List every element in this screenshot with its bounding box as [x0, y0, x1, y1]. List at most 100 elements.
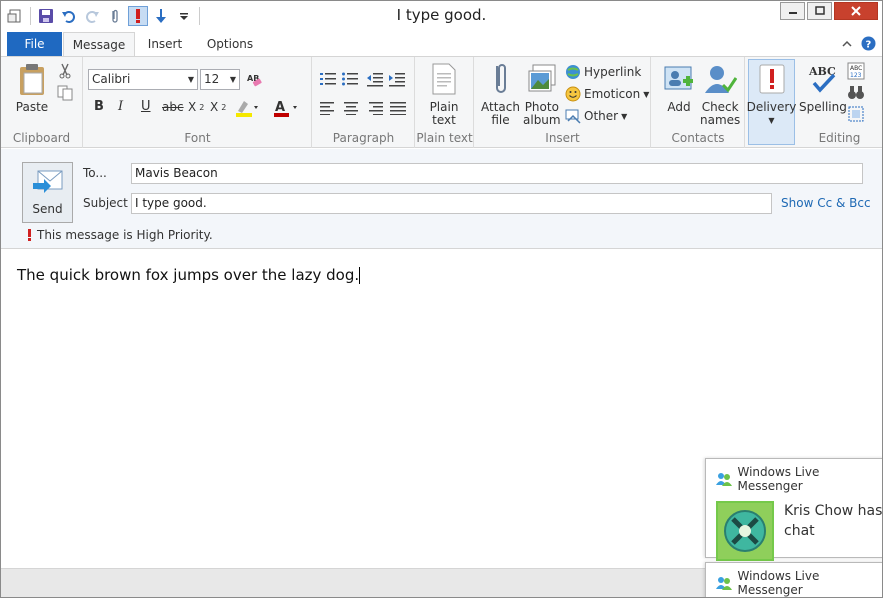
- font-size-select[interactable]: 12 ▼: [200, 69, 240, 90]
- high-priority-icon: [755, 61, 789, 97]
- font-group-label: Font: [184, 131, 211, 145]
- numbered-list-icon[interactable]: [320, 71, 336, 87]
- chevron-down-icon: ▼: [643, 89, 650, 99]
- strikethrough-icon[interactable]: abc: [162, 100, 184, 114]
- delivery-button[interactable]: Delivery ▼: [747, 61, 796, 127]
- align-left-icon[interactable]: [320, 101, 336, 115]
- svg-text:ABC: ABC: [850, 65, 862, 72]
- chevron-down-icon: ▼: [187, 75, 194, 84]
- clear-formatting-icon[interactable]: AB: [246, 71, 262, 87]
- notification-app-name: Windows Live Messenger: [737, 465, 820, 493]
- plain-text-button[interactable]: Plain text: [427, 61, 461, 127]
- subject-field[interactable]: I type good.: [131, 193, 772, 214]
- plain-text-label-2: text: [432, 113, 456, 127]
- message-body-text: The quick brown fox jumps over the lazy …: [17, 266, 361, 284]
- tab-message[interactable]: Message: [63, 32, 135, 56]
- priority-notice: This message is High Priority.: [27, 228, 213, 242]
- spelling-button[interactable]: ABC Spelling: [799, 61, 847, 114]
- insert-group-label: Insert: [545, 131, 580, 145]
- other-label: Other: [584, 109, 619, 123]
- help-icon[interactable]: ?: [861, 36, 876, 54]
- paragraph-group-label: Paragraph: [332, 131, 395, 145]
- hyperlink-label: Hyperlink: [584, 65, 642, 79]
- check-names-button[interactable]: Check names: [700, 61, 740, 127]
- check-names-label-2: names: [700, 113, 741, 127]
- collapse-ribbon-icon[interactable]: [841, 38, 853, 53]
- contacts-group: Add Check names Contacts: [652, 57, 745, 148]
- title-bar: I type good.: [1, 1, 882, 32]
- tab-bar-right: ?: [841, 36, 876, 54]
- find-binoculars-icon[interactable]: [847, 84, 865, 100]
- messenger-notification-2[interactable]: Windows Live Messenger: [705, 562, 882, 597]
- photo-album-label-2: album: [523, 113, 561, 127]
- ribbon: Paste Clipboard Calibri ▼ 12 ▼ AB B I U …: [1, 56, 882, 148]
- superscript-icon[interactable]: X2: [210, 100, 226, 114]
- paste-icon: [15, 61, 49, 97]
- emoticon-button[interactable]: Emoticon ▼: [565, 86, 649, 102]
- hyperlink-button[interactable]: Hyperlink: [565, 64, 641, 80]
- document-icon: [427, 61, 461, 97]
- send-button[interactable]: Send: [22, 162, 73, 223]
- subject-label: Subject: [83, 196, 128, 210]
- contact-avatar-icon: [724, 510, 766, 552]
- high-priority-icon: [28, 229, 31, 241]
- send-label: Send: [32, 202, 63, 216]
- clipboard-group: Paste Clipboard: [1, 57, 83, 148]
- notification-line-1: Kris Chow has j: [784, 503, 883, 519]
- show-cc-bcc-link[interactable]: Show Cc & Bcc: [781, 196, 871, 210]
- tab-insert[interactable]: Insert: [141, 32, 189, 56]
- highlight-icon[interactable]: [235, 99, 259, 117]
- bold-icon[interactable]: B: [94, 99, 104, 114]
- restore-icon[interactable]: [807, 2, 832, 20]
- cut-icon[interactable]: [57, 63, 73, 79]
- copy-icon[interactable]: [57, 85, 73, 101]
- to-field[interactable]: Mavis Beacon: [131, 163, 863, 184]
- chevron-down-icon: ▼: [768, 116, 775, 125]
- select-all-icon[interactable]: [848, 106, 864, 122]
- window-title: I type good.: [396, 6, 487, 24]
- decrease-indent-icon[interactable]: [367, 71, 383, 87]
- window-controls: [780, 2, 878, 20]
- font-size-value: 12: [204, 72, 220, 86]
- messenger-buddy-icon: [716, 473, 732, 486]
- tab-file[interactable]: File: [7, 32, 62, 56]
- photo-album-icon: [525, 61, 559, 97]
- check-names-icon: [703, 61, 738, 97]
- justify-icon[interactable]: [390, 101, 406, 115]
- font-family-select[interactable]: Calibri ▼: [88, 69, 198, 90]
- photo-album-button[interactable]: Photo album: [523, 61, 561, 127]
- font-color-icon[interactable]: A: [273, 99, 299, 117]
- word-count-icon[interactable]: ABC 123: [847, 62, 865, 80]
- align-center-icon[interactable]: [343, 101, 359, 115]
- align-right-icon[interactable]: [367, 101, 383, 115]
- messenger-notification[interactable]: Windows Live Messenger Kris Chow has j c…: [705, 458, 883, 561]
- spelling-label: Spelling: [799, 100, 847, 114]
- subscript-icon[interactable]: X2: [188, 100, 204, 114]
- avatar: [716, 501, 774, 561]
- to-button[interactable]: To...: [83, 166, 107, 180]
- message-body-content: The quick brown fox jumps over the lazy …: [17, 266, 360, 284]
- notification-app-name-2: Windows Live Messenger: [737, 569, 820, 597]
- tab-options[interactable]: Options: [201, 32, 259, 56]
- paperclip-icon: [483, 61, 517, 97]
- minimize-icon[interactable]: [780, 2, 805, 20]
- close-icon[interactable]: [834, 2, 878, 20]
- other-button[interactable]: Other ▼: [565, 108, 627, 124]
- notification-message: Kris Chow has j chat: [784, 501, 883, 561]
- add-contact-button[interactable]: Add: [662, 61, 696, 114]
- bulleted-list-icon[interactable]: [342, 71, 358, 87]
- font-group: Calibri ▼ 12 ▼ AB B I U abc X2 X2 A Font: [84, 57, 312, 148]
- paste-button[interactable]: Paste: [15, 61, 49, 114]
- priority-notice-text: This message is High Priority.: [37, 228, 213, 242]
- underline-icon[interactable]: U: [141, 99, 151, 114]
- chevron-down-icon: ▼: [621, 111, 628, 121]
- send-mail-icon: [32, 170, 62, 193]
- attach-file-button[interactable]: Attach file: [481, 61, 520, 127]
- increase-indent-icon[interactable]: [389, 71, 405, 87]
- italic-icon[interactable]: I: [118, 99, 123, 114]
- globe-link-icon: [565, 64, 581, 80]
- plain-text-group: Plain text Plain text: [416, 57, 474, 148]
- clipboard-group-label: Clipboard: [12, 131, 71, 145]
- insert-group: Attach file Photo album Hyperlink Emotic…: [475, 57, 651, 148]
- notification-line-2: chat: [784, 523, 815, 539]
